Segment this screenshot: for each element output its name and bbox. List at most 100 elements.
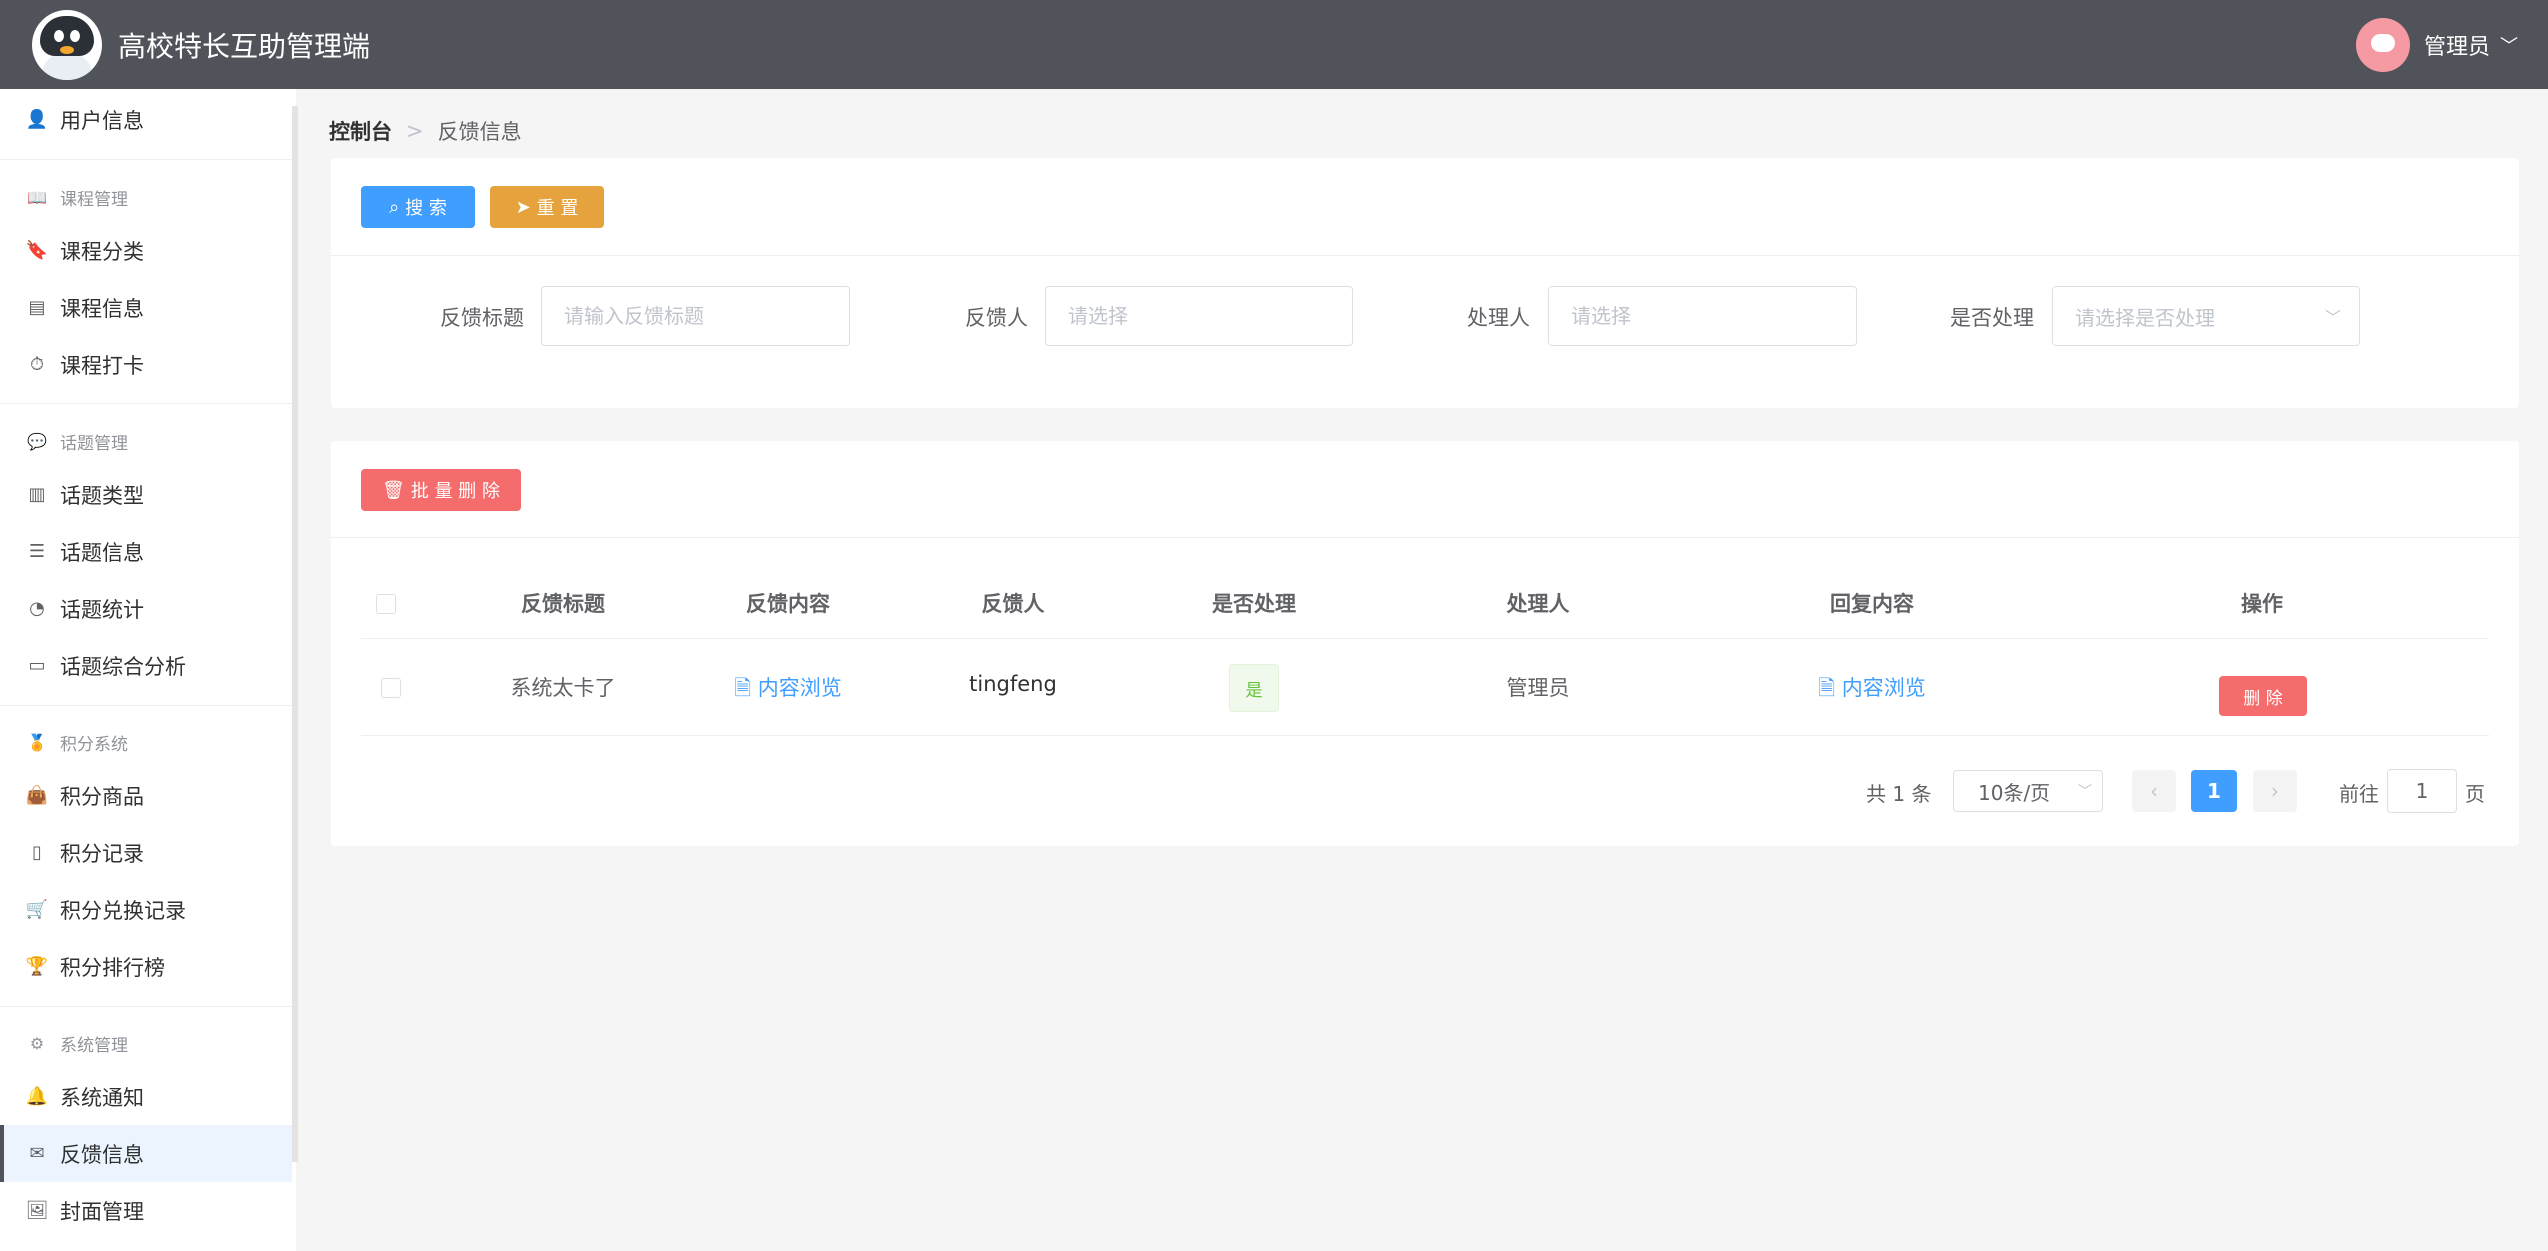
chevron-down-icon: ﹀ — [2500, 36, 2518, 57]
delete-button[interactable]: 删 除 — [2219, 676, 2307, 716]
goto-page-input[interactable] — [2387, 769, 2457, 813]
breadcrumb: 控制台 > 反馈信息 — [329, 116, 522, 146]
reset-button[interactable]: ➤ 重 置 — [490, 186, 604, 228]
row-checkbox[interactable] — [381, 678, 401, 698]
handler-input[interactable] — [1548, 286, 1857, 346]
top-header: 高校特长互助管理端 管理员 ﹀ — [0, 0, 2548, 89]
notebook-icon: ▯ — [32, 842, 42, 863]
sidebar-item-course-info[interactable]: ▤ 课程信息 — [0, 279, 292, 336]
sidebar-item-label: 用户信息 — [60, 108, 144, 133]
medal-icon: 🏅 — [27, 732, 47, 752]
feedbacker-input[interactable] — [1045, 286, 1353, 346]
sidebar-item-system-notice[interactable]: 🔔 系统通知 — [0, 1068, 292, 1125]
sidebar-item-feedback[interactable]: ✉ 反馈信息 — [0, 1125, 292, 1182]
cell-title: 系统太卡了 — [510, 676, 616, 700]
chevron-down-icon: ﹀ — [2078, 784, 2092, 800]
document-icon: 🗎 — [734, 676, 758, 700]
prev-page-button[interactable]: ‹ — [2132, 770, 2176, 812]
next-page-button[interactable]: › — [2253, 770, 2297, 812]
sidebar-item-points-records[interactable]: ▯ 积分记录 — [0, 824, 292, 881]
send-icon: ➤ — [515, 196, 531, 218]
cell-feedbacker: tingfeng — [969, 672, 1057, 696]
sidebar-item-topic-analysis[interactable]: ▭ 话题综合分析 — [0, 637, 292, 694]
sidebar-item-topic-stats[interactable]: ◔ 话题统计 — [0, 580, 292, 637]
chevron-right-icon: > — [406, 119, 424, 143]
sidebar-item-label: 系统通知 — [60, 1085, 144, 1110]
user-menu[interactable]: 管理员 ﹀ — [2355, 18, 2518, 72]
table-row-divider — [361, 735, 2489, 736]
sidebar-divider — [0, 705, 292, 706]
sidebar-item-topic-type[interactable]: ▥ 话题类型 — [0, 466, 292, 523]
column-header: 是否处理 — [1212, 592, 1296, 616]
sidebar-item-course-checkin[interactable]: ⏱ 课程打卡 — [0, 336, 292, 393]
breadcrumb-current: 反馈信息 — [437, 120, 522, 144]
stopwatch-icon: ⏱ — [29, 354, 45, 375]
sidebar-item-label: 话题统计 — [60, 597, 144, 622]
sidebar-group-course[interactable]: 📖 课程管理 — [0, 172, 292, 222]
bell-icon: 🔔 — [25, 1086, 49, 1107]
sidebar-item-points-goods[interactable]: 👜 积分商品 — [0, 767, 292, 824]
sidebar-group-label: 话题管理 — [60, 433, 128, 454]
search-card — [331, 158, 2519, 408]
sidebar-scrollbar[interactable] — [292, 106, 298, 1162]
chevron-right-icon: › — [2271, 779, 2279, 803]
reply-view-link[interactable]: 🗎 内容浏览 — [1772, 672, 1972, 709]
sidebar-group-points[interactable]: 🏅 积分系统 — [0, 717, 292, 767]
sidebar-item-points-ranking[interactable]: 🏆 积分排行榜 — [0, 938, 292, 995]
envelope-icon: ✉ — [29, 1143, 45, 1164]
app-title: 高校特长互助管理端 — [118, 29, 371, 63]
processed-label: 是否处理 — [1950, 306, 2034, 330]
sidebar-group-label: 系统管理 — [60, 1035, 128, 1056]
processed-select[interactable]: 请选择是否处理 ﹀ — [2052, 286, 2360, 346]
sidebar-item-label: 课程信息 — [60, 296, 144, 321]
select-all-checkbox[interactable] — [376, 594, 396, 614]
penguin-logo-icon — [32, 9, 102, 80]
handler-label: 处理人 — [1467, 306, 1530, 330]
sidebar-item-user-info[interactable]: 👤 用户信息 — [0, 91, 292, 148]
notebook-icon: ▥ — [28, 484, 46, 505]
batch-delete-button[interactable]: 🗑 批 量 删 除 — [361, 469, 521, 511]
presentation-icon: ▭ — [28, 655, 46, 676]
sidebar-group-topic[interactable]: 💬 话题管理 — [0, 416, 292, 466]
card-divider — [331, 255, 2519, 256]
sidebar-item-label: 反馈信息 — [60, 1142, 144, 1167]
sidebar-item-label: 积分商品 — [60, 784, 144, 809]
pie-chart-icon: ◔ — [29, 598, 45, 619]
notebook-icon: ▤ — [28, 297, 46, 318]
table-header-divider — [361, 638, 2489, 639]
bookmark-icon: 🔖 — [25, 240, 49, 261]
sidebar-divider — [0, 159, 292, 160]
document-icon: 🗎 — [1818, 676, 1842, 700]
sidebar-item-course-category[interactable]: 🔖 课程分类 — [0, 222, 292, 279]
sidebar-item-label: 积分兑换记录 — [60, 898, 186, 923]
sidebar-item-cover-manage[interactable]: 🖼 封面管理 — [0, 1182, 292, 1239]
page-suffix-label: 页 — [2465, 782, 2485, 806]
goto-label: 前往 — [2339, 782, 2379, 806]
shopping-bag-icon: 👜 — [25, 785, 49, 806]
column-header: 反馈人 — [981, 592, 1045, 616]
chat-lines-icon: ☰ — [28, 541, 46, 562]
chevron-left-icon: ‹ — [2150, 779, 2158, 803]
page-size-select[interactable]: 10条/页 ﹀ — [1953, 770, 2103, 812]
sidebar-item-label: 积分记录 — [60, 841, 144, 866]
sidebar-item-label: 话题类型 — [60, 483, 144, 508]
feedback-title-input[interactable] — [541, 286, 850, 346]
cell-handler: 管理员 — [1506, 676, 1570, 700]
shopping-cart-icon: 🛒 — [25, 899, 49, 920]
column-header: 处理人 — [1506, 592, 1570, 616]
user-avatar[interactable] — [2355, 18, 2410, 72]
user-icon: 👤 — [25, 109, 49, 130]
sidebar-group-system[interactable]: ⚙ 系统管理 — [0, 1018, 292, 1068]
gear-icon: ⚙ — [29, 1033, 45, 1053]
sidebar-divider — [0, 1006, 292, 1007]
content-view-link[interactable]: 🗎 内容浏览 — [688, 672, 888, 709]
card-divider — [331, 537, 2519, 538]
search-icon: ⌕ — [389, 196, 400, 218]
search-button[interactable]: ⌕ 搜 索 — [361, 186, 475, 228]
page-number-current[interactable]: 1 — [2191, 770, 2237, 812]
trophy-icon: 🏆 — [25, 956, 49, 977]
sidebar-item-points-exchange[interactable]: 🛒 积分兑换记录 — [0, 881, 292, 938]
column-header: 操作 — [2241, 592, 2283, 616]
sidebar-item-topic-info[interactable]: ☰ 话题信息 — [0, 523, 292, 580]
breadcrumb-root[interactable]: 控制台 — [329, 116, 392, 146]
